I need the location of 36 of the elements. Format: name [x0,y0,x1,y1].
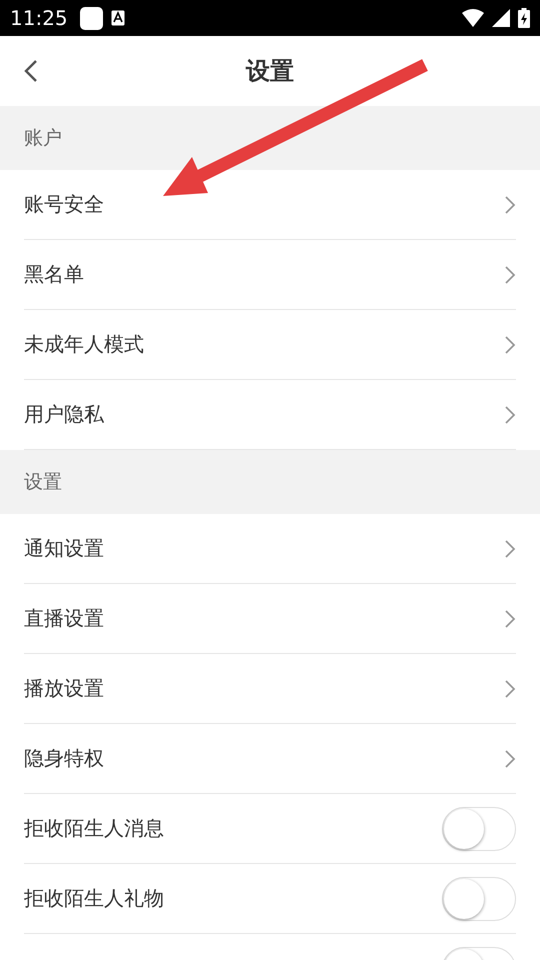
row-label: 通知设置 [24,535,104,562]
chevron-icon [504,264,516,284]
row-label: 拒收陌生人礼物 [24,885,164,912]
settings-row[interactable]: 播放设置 [24,654,516,724]
toggle-switch[interactable] [442,806,516,850]
chevron-icon [504,748,516,768]
app-notification-icon [80,6,103,30]
row-label: 用户隐私 [24,401,104,428]
signal-icon [492,9,510,27]
row-label: 隐身特权 [24,745,104,772]
row-label: 账号安全 [24,191,104,218]
chevron-icon [504,194,516,214]
row-label: 直播设置 [24,605,104,632]
chevron-icon [504,678,516,698]
chevron-icon [504,608,516,628]
settings-row[interactable]: 直播设置 [24,584,516,654]
toggle-switch[interactable] [442,876,516,920]
status-time: 11:25 [10,6,68,30]
settings-row[interactable]: 未成年人模式 [24,310,516,380]
settings-row[interactable]: 隐身特权 [24,724,516,794]
battery-icon [518,8,530,28]
chevron-icon [504,538,516,558]
row-label: 黑名单 [24,261,84,288]
row-label: 拒收陌生人消息 [24,815,164,842]
chevron-icon [504,404,516,424]
settings-row[interactable]: 黑名单 [24,240,516,310]
wifi-icon [462,9,484,27]
section-header: 设置 [0,450,540,514]
page-title: 设置 [246,56,294,87]
back-icon[interactable] [24,59,38,83]
row-label: 播放设置 [24,675,104,702]
settings-row[interactable]: 通知设置 [24,514,516,584]
keyboard-notification-icon [110,10,125,26]
row-label: 未成年人模式 [24,331,144,358]
chevron-icon [504,334,516,354]
section-header: 账户 [0,106,540,170]
